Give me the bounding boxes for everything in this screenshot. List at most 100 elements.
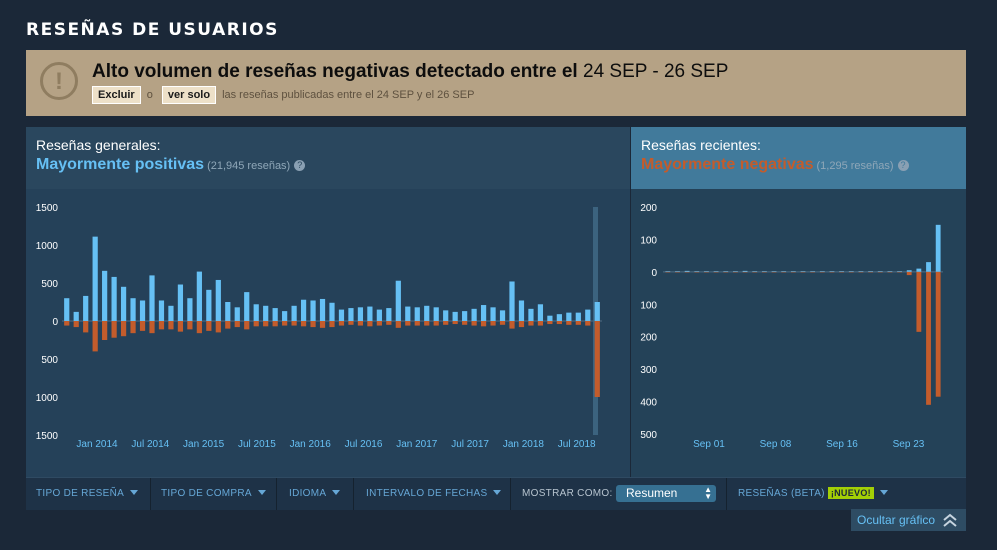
recent-chart-area: 200 100 0 100 200 300 400 500 Sep 01 Sep 08 Sep 16… bbox=[631, 189, 966, 477]
negative-bar bbox=[83, 321, 89, 333]
negative-bar bbox=[848, 271, 854, 273]
positive-bar bbox=[528, 308, 534, 321]
caret-down-icon bbox=[130, 490, 139, 495]
y-tick-label: 200 bbox=[640, 333, 657, 344]
negative-bar bbox=[575, 321, 581, 325]
positive-bar bbox=[781, 271, 787, 272]
recent-header: Reseñas recientes: Mayormente negativas(… bbox=[641, 137, 909, 174]
positive-bar bbox=[215, 279, 221, 321]
positive-bar bbox=[424, 305, 430, 321]
positive-bar bbox=[810, 271, 816, 272]
x-tick-label: Sep 01 bbox=[693, 439, 725, 450]
y-tick-label: 1500 bbox=[36, 203, 59, 214]
purchase-type-filter[interactable]: TIPO DE COMPRA bbox=[161, 478, 266, 510]
negative-bar bbox=[215, 321, 221, 333]
negative-bar bbox=[149, 321, 155, 334]
negative-bar bbox=[723, 271, 729, 273]
negative-bar bbox=[263, 321, 269, 327]
positive-bar bbox=[906, 270, 912, 272]
overall-summary: Mayormente positivas bbox=[36, 156, 205, 173]
negative-bar bbox=[177, 321, 184, 332]
y-tick-label: 100 bbox=[640, 300, 657, 311]
review-type-filter[interactable]: TIPO DE RESEÑA bbox=[36, 478, 139, 510]
positive-bar bbox=[92, 236, 98, 321]
negative-bar bbox=[752, 271, 758, 273]
overall-histogram[interactable]: 1500 1000 500 0 500 1000 1500 Jan 2014 Jul 2014 J… bbox=[26, 189, 630, 477]
x-tick-label: Sep 16 bbox=[826, 439, 858, 450]
positive-bar bbox=[819, 271, 825, 272]
overall-header: Reseñas generales: Mayormente positivas(… bbox=[36, 137, 306, 174]
positive-bar bbox=[926, 262, 931, 272]
negative-bar bbox=[684, 271, 690, 273]
negative-bar bbox=[187, 321, 193, 330]
language-filter[interactable]: IDIOMA bbox=[289, 478, 341, 510]
negative-bar bbox=[338, 321, 345, 326]
positive-bar bbox=[829, 271, 835, 272]
positive-bar bbox=[234, 307, 240, 321]
exclude-button[interactable]: Excluir bbox=[92, 86, 141, 104]
beta-reviews-filter[interactable]: RESEÑAS (BETA) ¡NUEVO! bbox=[738, 478, 888, 510]
negative-bar bbox=[733, 271, 738, 273]
positive-bar bbox=[761, 271, 767, 272]
recent-histogram[interactable]: 200 100 0 100 200 300 400 500 Sep 01 Sep 08 Sep 16… bbox=[631, 189, 966, 477]
negative-bar bbox=[771, 271, 777, 273]
positive-bar bbox=[272, 308, 278, 321]
x-tick-label: Jan 2017 bbox=[396, 439, 438, 450]
positive-bar bbox=[585, 309, 591, 321]
negative-bar bbox=[887, 271, 893, 273]
display-as-select[interactable]: Resumen ▲ ▼ bbox=[616, 485, 716, 502]
negative-bar bbox=[800, 271, 806, 273]
x-tick-label: Jul 2014 bbox=[131, 439, 169, 450]
negative-bar bbox=[319, 321, 326, 328]
positive-bar bbox=[547, 315, 553, 321]
alert-title-dates: 24 SEP - 26 SEP bbox=[583, 61, 729, 82]
date-range-filter[interactable]: INTERVALO DE FECHAS bbox=[366, 478, 502, 510]
positive-bar bbox=[405, 306, 411, 321]
negative-bar bbox=[424, 321, 430, 326]
positive-bar bbox=[877, 271, 883, 272]
positive-bar bbox=[537, 304, 544, 321]
alert-title-bold: Alto volumen de reseñas negativas detect… bbox=[92, 61, 578, 82]
exclamation-icon: ! bbox=[40, 62, 78, 100]
positive-bar bbox=[158, 300, 165, 321]
negative-bar bbox=[877, 271, 883, 273]
positive-bar bbox=[263, 305, 269, 321]
positive-bar bbox=[83, 295, 89, 321]
positive-bar bbox=[102, 270, 108, 321]
negative-bar bbox=[405, 321, 411, 326]
help-icon[interactable]: ? bbox=[294, 160, 306, 171]
positive-bar bbox=[73, 311, 79, 321]
negative-bar bbox=[480, 321, 487, 327]
negative-bar bbox=[509, 321, 515, 329]
negative-bar bbox=[367, 321, 373, 327]
negative-bar bbox=[130, 321, 136, 334]
negative-bar bbox=[206, 321, 212, 331]
negative-bar bbox=[471, 321, 477, 326]
positive-bar bbox=[848, 271, 854, 272]
negative-bar bbox=[781, 271, 787, 273]
help-icon[interactable]: ? bbox=[897, 160, 909, 171]
positive-bar bbox=[300, 299, 307, 321]
negative-bar bbox=[225, 321, 231, 329]
negative-bar bbox=[704, 271, 709, 273]
negative-bar bbox=[386, 321, 392, 325]
positive-bar bbox=[244, 292, 250, 321]
positive-bar bbox=[225, 302, 231, 321]
positive-bar bbox=[752, 271, 758, 272]
recent-count: (1,295 reseñas) bbox=[816, 160, 894, 172]
positive-bar bbox=[575, 312, 581, 321]
negative-bar bbox=[810, 271, 816, 273]
positive-bar bbox=[310, 300, 316, 321]
negative-bar bbox=[829, 271, 835, 273]
positive-bar bbox=[130, 298, 136, 321]
positive-bar bbox=[149, 275, 155, 321]
positive-bar bbox=[376, 309, 382, 321]
hide-graph-button[interactable]: Ocultar gráfico bbox=[851, 509, 966, 531]
positive-bar bbox=[897, 271, 902, 272]
positive-bar bbox=[594, 302, 600, 321]
double-chevron-up-icon bbox=[943, 513, 957, 527]
positive-bar bbox=[282, 311, 288, 321]
only-button[interactable]: ver solo bbox=[161, 86, 217, 104]
positive-bar bbox=[64, 298, 70, 321]
positive-bar bbox=[120, 286, 127, 321]
